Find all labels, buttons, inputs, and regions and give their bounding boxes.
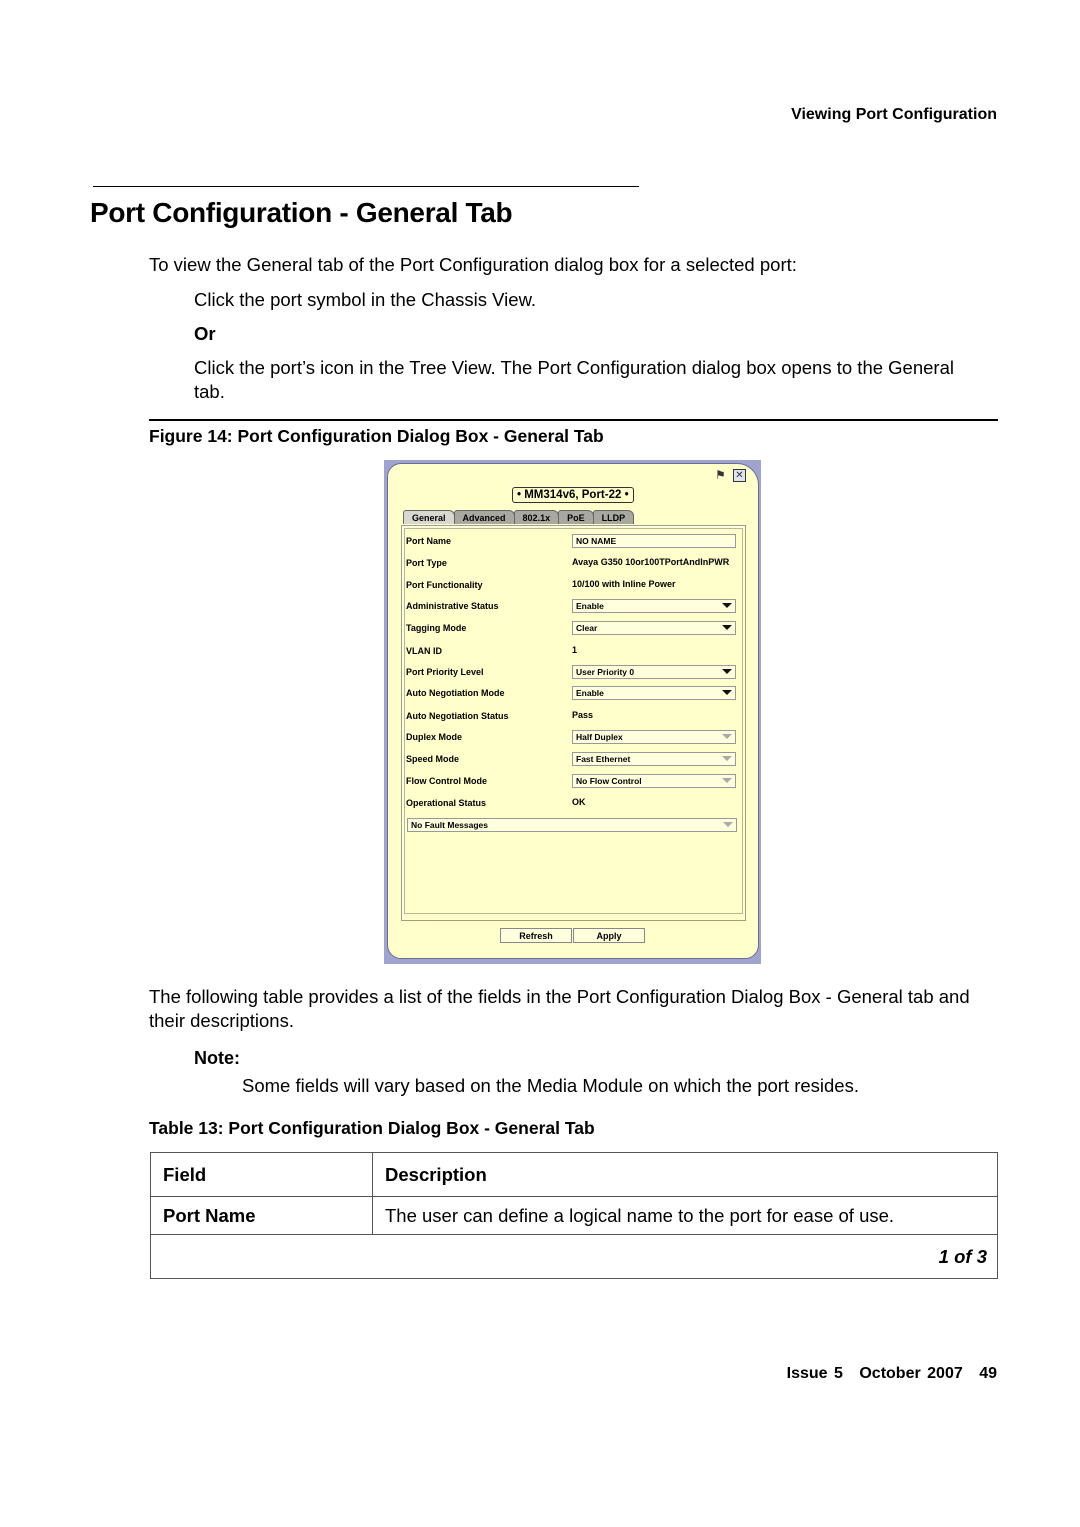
vlan-id-value: 1 bbox=[572, 645, 578, 655]
footer-issue: Issue 5 bbox=[786, 1365, 843, 1382]
field-label: Tagging Mode bbox=[406, 623, 467, 633]
table-caption: Table 13: Port Configuration Dialog Box … bbox=[149, 1118, 595, 1138]
tab-general[interactable]: General bbox=[403, 510, 455, 524]
field-label: Duplex Mode bbox=[406, 732, 463, 742]
chevron-down-icon bbox=[722, 603, 732, 608]
apply-button[interactable]: Apply bbox=[573, 928, 645, 943]
chevron-down-icon bbox=[722, 625, 732, 630]
footer-page-number: 49 bbox=[979, 1365, 997, 1382]
tagging-mode-select[interactable]: Clear bbox=[572, 621, 736, 635]
field-description-table: Field Description Port Name The user can… bbox=[150, 1152, 998, 1279]
field-label: Port Functionality bbox=[406, 580, 483, 590]
port-priority-level-select[interactable]: User Priority 0 bbox=[572, 665, 736, 679]
or-label: Or bbox=[194, 323, 216, 344]
field-row-tagging-mode: Tagging Mode Clear bbox=[406, 621, 741, 635]
table-header-row: Field Description bbox=[150, 1152, 998, 1197]
page-footer: Issue 5 October 2007 49 bbox=[777, 1365, 997, 1383]
dialog-tabs: General Advanced 802.1x PoE LLDP bbox=[403, 510, 635, 524]
administrative-status-select[interactable]: Enable bbox=[572, 599, 736, 613]
dialog-title-icons: ⚑ ✕ bbox=[715, 469, 746, 482]
tab-poe[interactable]: PoE bbox=[558, 510, 594, 524]
chevron-down-icon bbox=[722, 669, 732, 674]
duplex-mode-select[interactable]: Half Duplex bbox=[572, 730, 736, 744]
field-label: Port Type bbox=[406, 558, 447, 568]
auto-negotiation-status-value: Pass bbox=[572, 710, 594, 720]
fault-messages-select[interactable]: No Fault Messages bbox=[407, 818, 737, 832]
device-port-title: • MM314v6, Port-22 • bbox=[512, 487, 634, 503]
intro-text: To view the General tab of the Port Conf… bbox=[149, 254, 797, 275]
field-row-port-name: Port Name NO NAME bbox=[406, 534, 741, 548]
close-icon[interactable]: ✕ bbox=[733, 469, 746, 482]
field-row-auto-negotiation-mode: Auto Negotiation Mode Enable bbox=[406, 686, 741, 700]
table-row: Port Name The user can define a logical … bbox=[150, 1196, 998, 1235]
title-rule bbox=[93, 186, 639, 187]
step-chassis-view: Click the port symbol in the Chassis Vie… bbox=[194, 289, 537, 310]
field-label: Operational Status bbox=[406, 798, 487, 808]
chevron-down-icon bbox=[722, 734, 732, 739]
field-row-administrative-status: Administrative Status Enable bbox=[406, 599, 741, 613]
help-icon[interactable]: ⚑ bbox=[715, 469, 727, 482]
tab-lldp[interactable]: LLDP bbox=[592, 510, 635, 524]
field-label: Port Name bbox=[406, 536, 452, 546]
running-header: Viewing Port Configuration bbox=[791, 106, 997, 123]
field-row-vlan-id: VLAN ID 1 bbox=[406, 644, 741, 658]
field-row-flow-control-mode: Flow Control Mode No Flow Control bbox=[406, 774, 741, 788]
field-label: Flow Control Mode bbox=[406, 776, 487, 786]
chevron-down-icon bbox=[722, 756, 732, 761]
chevron-down-icon bbox=[722, 690, 732, 695]
page-title: Port Configuration - General Tab bbox=[90, 197, 513, 228]
operational-status-value: OK bbox=[572, 797, 586, 807]
field-row-operational-status: Operational Status OK bbox=[406, 796, 741, 810]
step-tree-view: Click the port’s icon in the Tree View. … bbox=[194, 357, 954, 402]
figure-caption: Figure 14: Port Configuration Dialog Box… bbox=[149, 426, 604, 446]
field-row-port-priority-level: Port Priority Level User Priority 0 bbox=[406, 665, 741, 679]
field-label: Speed Mode bbox=[406, 754, 460, 764]
footer-date: October 2007 bbox=[859, 1365, 963, 1382]
tab-802-1x[interactable]: 802.1x bbox=[513, 510, 560, 524]
cell-field: Port Name bbox=[150, 1196, 373, 1235]
flow-control-mode-select[interactable]: No Flow Control bbox=[572, 774, 736, 788]
header-field: Field bbox=[150, 1152, 373, 1197]
table-pager: 1 of 3 bbox=[150, 1234, 998, 1279]
field-row-port-functionality: Port Functionality 10/100 with Inline Po… bbox=[406, 578, 741, 592]
field-label: Auto Negotiation Status bbox=[406, 711, 509, 721]
table-intro-text: The following table provides a list of t… bbox=[149, 986, 970, 1031]
port-type-value: Avaya G350 10or100TPortAndInPWR bbox=[572, 557, 730, 567]
field-row-auto-negotiation-status: Auto Negotiation Status Pass bbox=[406, 709, 741, 723]
auto-negotiation-mode-select[interactable]: Enable bbox=[572, 686, 736, 700]
field-label: Port Priority Level bbox=[406, 667, 484, 677]
port-functionality-value: 10/100 with Inline Power bbox=[572, 579, 676, 589]
header-description: Description bbox=[372, 1152, 998, 1197]
chevron-down-icon bbox=[723, 822, 733, 827]
field-label: Auto Negotiation Mode bbox=[406, 688, 505, 698]
speed-mode-select[interactable]: Fast Ethernet bbox=[572, 752, 736, 766]
port-configuration-dialog: ⚑ ✕ • MM314v6, Port-22 • General Advance… bbox=[387, 463, 759, 959]
table-pager-row: 1 of 3 bbox=[150, 1234, 998, 1279]
figure-rule bbox=[149, 419, 998, 421]
dialog-buttons: Refresh Apply bbox=[500, 928, 646, 943]
field-label: Administrative Status bbox=[406, 601, 499, 611]
field-row-speed-mode: Speed Mode Fast Ethernet bbox=[406, 752, 741, 766]
port-name-input[interactable]: NO NAME bbox=[572, 534, 736, 548]
field-row-duplex-mode: Duplex Mode Half Duplex bbox=[406, 730, 741, 744]
cell-description: The user can define a logical name to th… bbox=[372, 1196, 998, 1235]
refresh-button[interactable]: Refresh bbox=[500, 928, 572, 943]
tab-advanced[interactable]: Advanced bbox=[453, 510, 515, 524]
field-label: VLAN ID bbox=[406, 646, 442, 656]
field-row-port-type: Port Type Avaya G350 10or100TPortAndInPW… bbox=[406, 556, 741, 570]
note-text: Some fields will vary based on the Media… bbox=[242, 1075, 859, 1096]
note-label: Note: bbox=[194, 1048, 240, 1068]
chevron-down-icon bbox=[722, 778, 732, 783]
